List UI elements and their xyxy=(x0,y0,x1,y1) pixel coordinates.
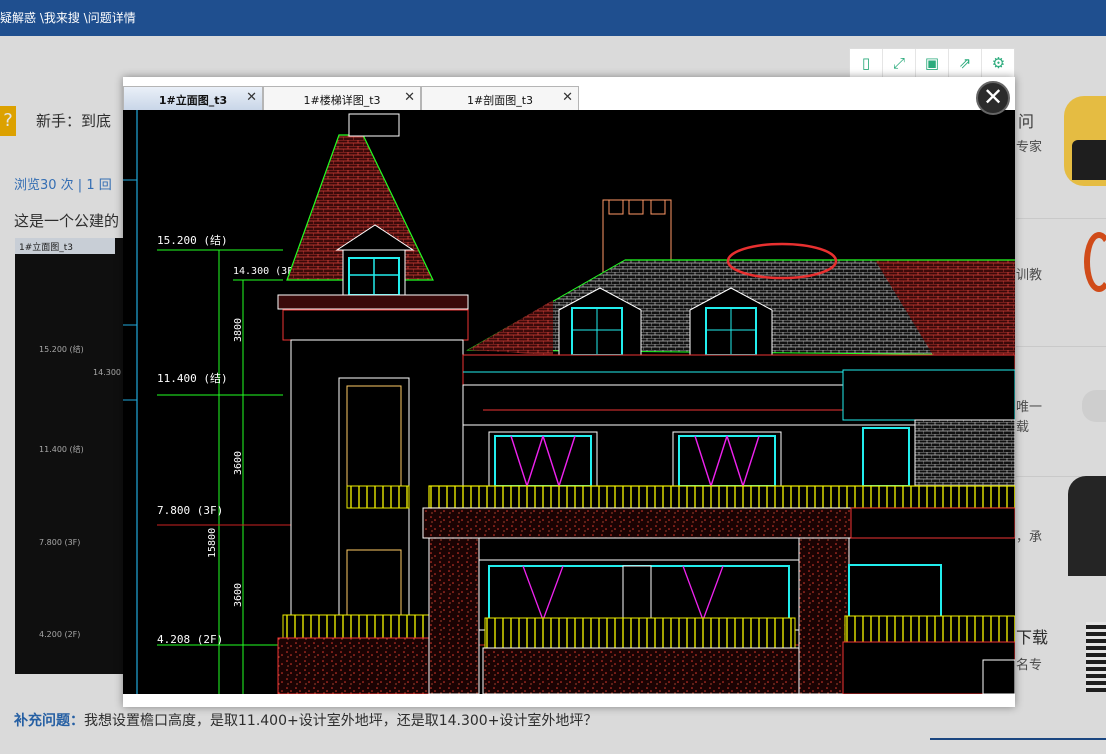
dimension-label: 15800 xyxy=(207,528,218,558)
cad-drawing[interactable]: 15.200 (结) 14.300 (3F) 11.400 (结) 7.800 … xyxy=(123,110,1015,694)
close-icon[interactable]: ✕ xyxy=(404,90,415,105)
tab-label: 1#楼梯详图_t3 xyxy=(303,94,381,107)
gear-icon[interactable]: ⚙ xyxy=(982,49,1015,77)
level-label: 7.800 (3F) xyxy=(157,504,223,517)
close-viewer-button[interactable]: ✕ xyxy=(976,81,1010,115)
dimension-label: 3600 xyxy=(233,583,244,607)
close-icon[interactable]: ✕ xyxy=(246,90,257,105)
tab-elevation[interactable]: 1#立面图_t3 ✕ xyxy=(123,86,263,110)
top-nav-bar: 疑解惑 \我来搜 \问题详情 xyxy=(0,0,1106,36)
level-label: 15.200 (结) xyxy=(157,234,228,247)
tab-label: 1#剖面图_t3 xyxy=(466,94,534,107)
level-label: 11.400 (结) xyxy=(157,372,228,385)
dimension-label: 3800 xyxy=(233,318,244,342)
close-icon[interactable]: ✕ xyxy=(562,90,573,105)
cad-elevation-svg: 15.200 (结) 14.300 (3F) 11.400 (结) 7.800 … xyxy=(123,110,1015,694)
drawing-tabs: 1#立面图_t3 ✕ 1#楼梯详图_t3 ✕ 1#剖面图_t3 ✕ xyxy=(123,86,1015,110)
viewer-toolbar: ▯ ⤢ ▣ ⇗ ⚙ xyxy=(849,48,1015,78)
share-icon[interactable]: ⇗ xyxy=(949,49,982,77)
level-label: 4.208 (2F) xyxy=(157,633,223,646)
image-viewer: 1#立面图_t3 ✕ 1#楼梯详图_t3 ✕ 1#剖面图_t3 ✕ 15.200… xyxy=(123,77,1015,707)
phone-icon[interactable]: ▯ xyxy=(850,49,883,77)
save-icon[interactable]: ▣ xyxy=(916,49,949,77)
tab-stair-detail[interactable]: 1#楼梯详图_t3 ✕ xyxy=(263,86,421,110)
expand-icon[interactable]: ⤢ xyxy=(883,49,916,77)
breadcrumb[interactable]: 疑解惑 \我来搜 \问题详情 xyxy=(0,9,136,26)
dimension-label: 3600 xyxy=(233,451,244,475)
tab-section[interactable]: 1#剖面图_t3 ✕ xyxy=(421,86,579,110)
tab-label: 1#立面图_t3 xyxy=(158,94,228,107)
